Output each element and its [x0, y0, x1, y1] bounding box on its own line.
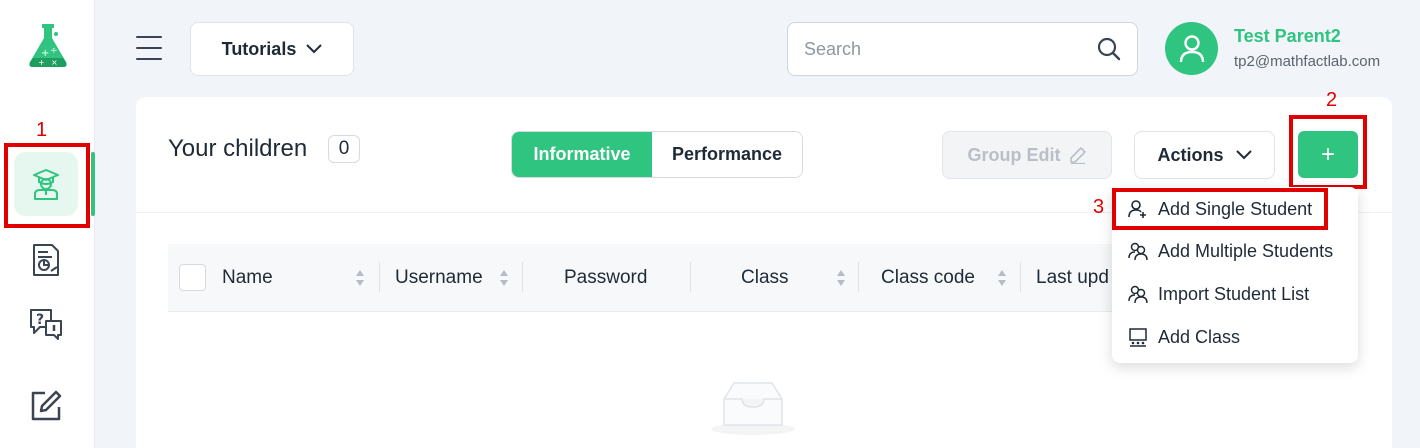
group-edit-label: Group Edit: [967, 144, 1061, 165]
column-header-class[interactable]: Class: [741, 244, 789, 312]
sort-icon[interactable]: [996, 268, 1008, 288]
column-header-password: Password: [564, 267, 648, 288]
users-import-icon: [1128, 285, 1148, 304]
view-toggle: Informative Performance: [511, 131, 803, 178]
group-edit-button[interactable]: Group Edit: [942, 131, 1112, 179]
table-header: Name Username Password Class Class code …: [168, 244, 1168, 312]
column-header-class-code[interactable]: Class code: [881, 244, 975, 312]
chevron-down-icon: [306, 44, 323, 54]
column-separator: [858, 262, 859, 292]
annotation-box-3: [1112, 188, 1328, 230]
actions-dropdown[interactable]: Actions: [1134, 131, 1275, 179]
sidebar-item-reports[interactable]: [14, 228, 78, 292]
menu-item-label: Add Multiple Students: [1158, 240, 1334, 261]
sidebar-item-help[interactable]: ?: [14, 292, 78, 356]
column-header-username[interactable]: Username: [395, 244, 483, 312]
menu-item-add-class[interactable]: Add Class: [1128, 317, 1240, 357]
search-icon[interactable]: [1097, 37, 1121, 61]
annotation-box-2: [1289, 115, 1367, 189]
pencil-icon: [1069, 147, 1086, 164]
empty-inbox-icon: [711, 382, 795, 435]
children-count-badge: 0: [328, 135, 360, 163]
svg-text:×: ×: [51, 58, 58, 67]
menu-item-label: Import Student List: [1158, 283, 1310, 304]
edit-pencil-icon: [31, 390, 62, 421]
sort-icon[interactable]: [354, 268, 366, 288]
tab-informative[interactable]: Informative: [512, 132, 652, 177]
column-separator: [690, 262, 691, 292]
svg-text:+: +: [38, 58, 45, 67]
svg-text:÷: ÷: [50, 46, 58, 56]
column-separator: [379, 262, 380, 292]
sort-icon[interactable]: [835, 268, 847, 288]
menu-item-label: Add Class: [1158, 326, 1241, 347]
tutorials-dropdown[interactable]: Tutorials: [190, 22, 354, 76]
annotation-box-1: [4, 143, 90, 228]
annotation-label-1: 1: [36, 119, 48, 141]
menu-toggle-icon[interactable]: [136, 36, 162, 60]
column-header-last-updated[interactable]: Last upd: [1036, 244, 1109, 312]
column-separator: [1020, 262, 1021, 292]
sort-icon[interactable]: [498, 268, 510, 288]
menu-item-add-multiple-students[interactable]: Add Multiple Students: [1128, 231, 1333, 271]
search-input[interactable]: [804, 23, 1084, 75]
users-icon: [1128, 242, 1148, 261]
actions-label: Actions: [1157, 144, 1224, 165]
user-avatar[interactable]: [1165, 22, 1218, 75]
classroom-icon: [1129, 328, 1147, 347]
column-header-name[interactable]: Name: [222, 244, 273, 312]
chevron-down-icon: [1235, 150, 1252, 160]
column-separator: [522, 262, 523, 292]
question-chat-icon: ?: [30, 309, 62, 340]
search-box: [787, 22, 1138, 76]
sidebar-item-edit[interactable]: [14, 374, 78, 438]
select-all-checkbox[interactable]: [179, 264, 206, 291]
svg-text:?: ?: [36, 312, 44, 328]
annotation-label-2: 2: [1326, 89, 1338, 111]
tutorials-label: Tutorials: [221, 38, 297, 59]
tab-performance[interactable]: Performance: [652, 132, 802, 177]
annotation-label-3: 3: [1093, 196, 1105, 218]
page-title: Your children: [168, 135, 308, 162]
active-indicator: [91, 152, 95, 216]
menu-item-import-student-list[interactable]: Import Student List: [1128, 274, 1309, 314]
user-name: Test Parent2: [1234, 26, 1341, 46]
flask-logo-icon[interactable]: + ÷ + ×: [26, 20, 70, 70]
user-icon: [1179, 34, 1204, 62]
user-email: tp2@mathfactlab.com: [1234, 53, 1381, 70]
report-document-icon: [33, 244, 59, 276]
